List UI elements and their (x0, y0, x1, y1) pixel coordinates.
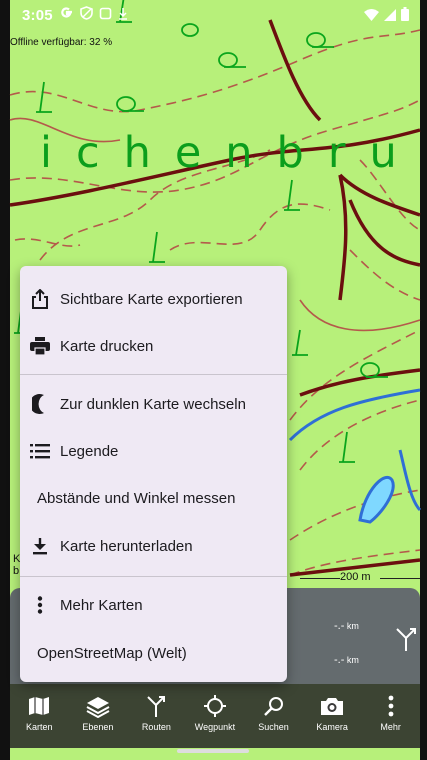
more-vertical-icon (388, 695, 394, 717)
map-place-name: ichenbru (40, 128, 421, 178)
status-icons-left (60, 6, 128, 24)
menu-item-dark-map[interactable]: Zur dunklen Karte wechseln (20, 381, 287, 427)
camera-icon (321, 698, 344, 715)
route-icon (147, 696, 166, 717)
route-direction-icon (394, 626, 418, 657)
overflow-menu: Sichtbare Karte exportieren Karte drucke… (20, 266, 287, 682)
nav-wegpunkt-button[interactable]: Wegpunkt (187, 694, 243, 732)
menu-item-legend[interactable]: Legende (20, 428, 287, 474)
menu-divider (20, 576, 287, 577)
nav-routen-button[interactable]: Routen (128, 694, 184, 732)
nav-kamera-button[interactable]: Kamera (304, 694, 360, 732)
more-vertical-icon (30, 595, 50, 615)
crosshair-icon (203, 695, 226, 717)
google-g-icon (60, 6, 74, 24)
nav-suchen-label: Suchen (258, 722, 289, 732)
layers-icon (86, 697, 110, 718)
moon-icon (30, 394, 50, 414)
menu-item-label: Legende (60, 442, 119, 460)
app-screen: 3:05 Offline verfügbar: 32 % ichenbru K … (0, 0, 427, 760)
nav-karten-label: Karten (26, 722, 53, 732)
distance-2-unit: km (346, 655, 359, 665)
nav-wegpunkt-label: Wegpunkt (194, 722, 236, 732)
distance-1-unit: km (346, 621, 359, 631)
menu-item-label: Mehr Karten (60, 596, 143, 614)
distance-readout-1: -.- km (334, 620, 359, 632)
battery-icon (401, 7, 409, 25)
download-icon (30, 536, 50, 556)
menu-item-download-map[interactable]: Karte herunterladen (20, 523, 287, 569)
map-icon (29, 697, 50, 715)
distance-readout-2: -.- km (334, 654, 359, 666)
printer-icon (30, 336, 50, 356)
nav-ebenen-label: Ebenen (82, 722, 114, 732)
scale-value: 200 m (340, 571, 371, 583)
scale-line-left (300, 578, 340, 579)
nav-routen-label: Routen (141, 722, 171, 732)
nav-ebenen-button[interactable]: Ebenen (70, 694, 126, 732)
bottom-navigation-bar: Karten Ebenen Routen Wegpunkt Suchen Kam… (10, 684, 420, 748)
nav-mehr-button[interactable]: Mehr (363, 694, 419, 732)
signal-icon (384, 8, 396, 25)
nav-suchen-button[interactable]: Suchen (246, 694, 302, 732)
distance-1-value: -.- (334, 620, 345, 632)
menu-item-measure[interactable]: Abstände und Winkel messen (20, 475, 287, 521)
search-icon (263, 697, 283, 716)
menu-item-more-maps[interactable]: Mehr Karten (20, 582, 287, 628)
nav-mehr-label: Mehr (380, 722, 401, 732)
status-bar: 3:05 (0, 0, 427, 30)
shield-icon (80, 6, 93, 24)
status-icons-right (364, 7, 409, 25)
share-icon (30, 289, 50, 309)
wifi-icon (364, 8, 379, 25)
gesture-handle[interactable] (177, 749, 249, 753)
menu-item-print-map[interactable]: Karte drucken (20, 323, 287, 369)
offline-availability-label: Offline verfügbar: 32 % (10, 37, 113, 48)
menu-item-openstreetmap[interactable]: OpenStreetMap (Welt) (20, 630, 287, 676)
nav-karten-button[interactable]: Karten (11, 694, 67, 732)
distance-2-value: -.- (334, 654, 345, 666)
scale-line-right (380, 578, 420, 579)
status-time: 3:05 (22, 7, 53, 24)
menu-item-label: OpenStreetMap (Welt) (37, 644, 187, 662)
menu-item-label: Zur dunklen Karte wechseln (60, 395, 246, 413)
screen-icon (99, 7, 112, 24)
menu-item-label: Abstände und Winkel messen (37, 489, 236, 507)
list-icon (30, 441, 50, 461)
menu-item-label: Sichtbare Karte exportieren (60, 290, 243, 308)
menu-item-export-map[interactable]: Sichtbare Karte exportieren (20, 276, 287, 322)
menu-item-label: Karte drucken (60, 337, 154, 355)
menu-divider (20, 374, 287, 375)
menu-item-label: Karte herunterladen (60, 537, 193, 555)
nav-kamera-label: Kamera (316, 722, 348, 732)
download-arrow-icon (118, 7, 128, 24)
